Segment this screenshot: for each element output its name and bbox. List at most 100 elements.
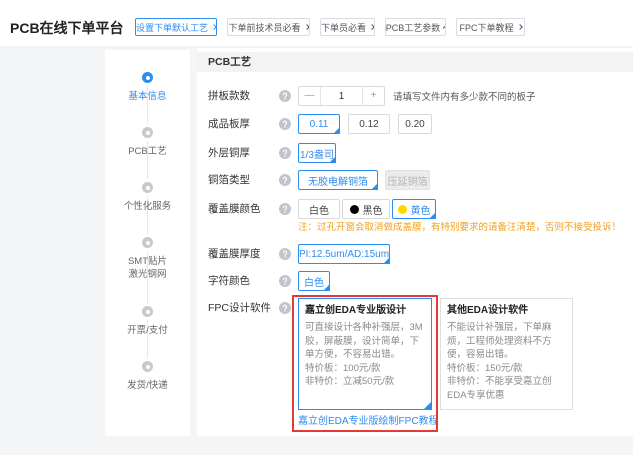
chevron-right-icon: [369, 24, 374, 30]
row-coverlay-thickness: 覆盖膜厚度 PI:12.5um/AD:15um: [197, 244, 633, 264]
coverlay-thickness-options: PI:12.5um/AD:15um: [298, 244, 398, 264]
foil-type-options: 无胶电解铜箔 压延铜箔: [298, 170, 438, 190]
row-outer-copper: 外层铜厚 1/3盎司: [197, 143, 633, 163]
section-header: PCB工艺: [197, 52, 633, 72]
app-title: PCB在线下单平台: [10, 20, 124, 36]
panel-count-input[interactable]: [321, 87, 362, 105]
card-normal-price: 非特价：立减50元/款: [305, 376, 395, 387]
order-steps: 基本信息 PCB工艺 个性化服务 SMT贴片 激光钢网 开票/支付 发货/快递: [105, 50, 190, 436]
step-circle-icon: [142, 306, 153, 317]
outer-copper-label: 外层铜厚: [208, 147, 250, 159]
row-thickness: 成品板厚 0.11 0.12 0.20: [197, 114, 633, 134]
foil-type-label: 铜箔类型: [208, 174, 250, 186]
step-personalized-service[interactable]: 个性化服务: [105, 182, 190, 213]
chevron-right-icon: [211, 24, 216, 30]
card-description: 不能设计补强层，下单麻烦，工程师处理资料不方便，容易出错。: [447, 322, 552, 360]
coverlay-color-label: 覆盖膜颜色: [208, 203, 261, 215]
thickness-label: 成品板厚: [208, 118, 250, 130]
option-label: 无胶电解铜箔: [308, 176, 368, 188]
tab-label: FPC下单教程: [459, 22, 514, 33]
card-special-price: 特价板：150元/款: [447, 362, 523, 374]
help-icon[interactable]: [279, 90, 291, 102]
step-label: 基本信息: [128, 91, 167, 102]
increment-button[interactable]: +: [362, 87, 384, 105]
help-icon[interactable]: [279, 302, 291, 314]
step-circle-icon: [142, 72, 153, 83]
coverlay-color-white[interactable]: 白色: [298, 199, 340, 219]
black-swatch-icon: [349, 204, 359, 214]
tab-fpc-tutorial[interactable]: FPC下单教程: [456, 18, 525, 36]
tab-orderer-must-read[interactable]: 下单员必看: [320, 18, 375, 36]
thickness-options: 0.11 0.12 0.20: [298, 114, 440, 134]
step-pcb-process[interactable]: PCB工艺: [105, 127, 190, 158]
step-basic-info[interactable]: 基本信息: [105, 72, 190, 103]
row-foil-type: 铜箔类型 无胶电解铜箔 压延铜箔: [197, 170, 633, 190]
option-label: PI:12.5um/AD:15um: [298, 248, 390, 260]
tab-label: PCB工艺参数: [385, 22, 441, 33]
help-icon[interactable]: [279, 248, 291, 260]
tab-pcb-process-params[interactable]: PCB工艺参数: [385, 18, 446, 36]
thickness-option[interactable]: 0.11: [298, 114, 340, 134]
silkscreen-color-options: 白色: [298, 271, 338, 291]
step-label: 个性化服务: [123, 201, 172, 212]
card-title: 嘉立创EDA专业版设计: [305, 305, 407, 316]
coverlay-color-options: 白色 黑色 黄色: [298, 199, 444, 219]
panel-count-label: 拼板款数: [208, 90, 250, 102]
step-circle-icon: [142, 361, 153, 372]
step-invoice-payment[interactable]: 开票/支付: [105, 306, 190, 337]
panel-count-stepper: — +: [298, 86, 385, 106]
pcb-process-panel: PCB工艺 拼板款数 — + 请填写文件内有多少款不同的板子 成品板厚 0.11…: [197, 48, 633, 436]
silkscreen-color-label: 字符颜色: [208, 275, 250, 287]
fpc-tutorial-link[interactable]: 嘉立创EDA专业版绘制FPC教程: [298, 416, 439, 428]
tab-label: 设置下单默认工艺: [136, 22, 209, 33]
step-label: 开票/支付: [127, 325, 168, 336]
option-label: 黑色: [362, 205, 383, 217]
section-title: PCB工艺: [208, 56, 252, 68]
coverlay-warning-note: 注：过孔开窗会取消做成盖膜，有特别要求的请备注清楚，否则不接受投诉！: [298, 222, 622, 233]
help-icon[interactable]: [279, 118, 291, 130]
coverlay-color-yellow[interactable]: 黄色: [392, 199, 436, 219]
decrement-button[interactable]: —: [299, 87, 321, 105]
step-label: 发货/快递: [127, 380, 168, 391]
option-label: 1/3盎司: [300, 149, 334, 161]
fpc-software-card-other-eda[interactable]: 其他EDA设计软件 不能设计补强层，下单麻烦，工程师处理资料不方便，容易出错。 …: [440, 298, 573, 410]
outer-copper-options: 1/3盎司: [298, 143, 344, 163]
step-circle-icon: [142, 127, 153, 138]
silkscreen-color-option[interactable]: 白色: [298, 271, 330, 291]
step-label-line2: 激光钢网: [128, 269, 167, 280]
foil-option-electrolytic[interactable]: 无胶电解铜箔: [298, 170, 378, 190]
tab-technician-must-read[interactable]: 下单前技术员必看: [227, 18, 310, 36]
help-icon[interactable]: [279, 174, 291, 186]
step-smt-stencil[interactable]: SMT贴片 激光钢网: [105, 237, 190, 281]
help-icon[interactable]: [279, 275, 291, 287]
step-shipping[interactable]: 发货/快递: [105, 361, 190, 392]
help-icon[interactable]: [279, 147, 291, 159]
coverlay-color-black[interactable]: 黑色: [342, 199, 390, 219]
page: PCB在线下单平台 设置下单默认工艺 下单前技术员必看 下单员必看 PCB工艺参…: [0, 0, 633, 455]
option-label: 白色: [304, 277, 324, 289]
thickness-option[interactable]: 0.20: [398, 114, 432, 134]
tab-label: 下单前技术员必看: [228, 22, 301, 33]
chevron-right-icon: [303, 24, 309, 30]
option-label: 0.11: [309, 118, 329, 130]
step-circle-icon: [142, 182, 153, 193]
tab-label: 下单员必看: [321, 22, 367, 33]
row-panel-count: 拼板款数 — + 请填写文件内有多少款不同的板子: [197, 86, 633, 106]
step-label: SMT贴片: [127, 256, 168, 267]
thickness-option[interactable]: 0.12: [348, 114, 390, 134]
card-normal-price: 非特价：不能享受嘉立创EDA专享优惠: [447, 376, 552, 401]
option-label: 0.20: [405, 118, 425, 130]
card-special-price: 特价板：100元/款: [305, 362, 381, 374]
chevron-right-icon: [516, 24, 523, 30]
yellow-swatch-icon: [397, 204, 407, 214]
help-icon[interactable]: [279, 203, 291, 215]
coverlay-thickness-option[interactable]: PI:12.5um/AD:15um: [298, 244, 390, 264]
fpc-software-card-jlc-eda[interactable]: 嘉立创EDA专业版设计 可直接设计各种补强层，3M胶，屏蔽膜，设计简单，下单方便…: [298, 298, 432, 410]
card-description: 可直接设计各种补强层，3M胶，屏蔽膜，设计简单，下单方便，不容易出错。: [305, 322, 423, 360]
tab-default-process[interactable]: 设置下单默认工艺: [135, 18, 217, 36]
panel-count-hint: 请填写文件内有多少款不同的板子: [393, 92, 536, 103]
panel-count-control: — + 请填写文件内有多少款不同的板子: [298, 86, 536, 106]
outer-copper-option[interactable]: 1/3盎司: [298, 143, 336, 163]
row-silkscreen-color: 字符颜色 白色: [197, 271, 633, 291]
fpc-software-label: FPC设计软件: [208, 302, 271, 314]
